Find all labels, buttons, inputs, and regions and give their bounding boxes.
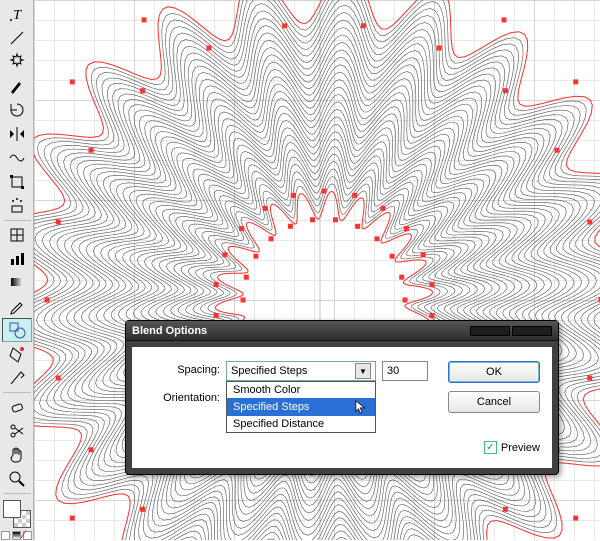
preview-checkbox[interactable]: ✓	[484, 441, 497, 454]
cancel-button[interactable]: Cancel	[448, 391, 540, 413]
blend-tool[interactable]	[2, 318, 32, 342]
orientation-label: Orientation:	[144, 389, 220, 404]
live-paint-tool[interactable]	[2, 342, 32, 366]
fill-swatch[interactable]	[3, 500, 21, 518]
svg-text:T: T	[13, 8, 22, 23]
brush-tool[interactable]	[2, 74, 32, 98]
spacing-option-smooth-color[interactable]: Smooth Color	[227, 382, 375, 398]
warp-tool[interactable]	[2, 146, 32, 170]
cursor-icon	[355, 400, 369, 414]
dropdown-arrow-icon[interactable]: ▼	[355, 363, 371, 379]
graph-tool[interactable]	[2, 247, 32, 271]
toolbar-divider	[3, 493, 31, 494]
dialog-minimize[interactable]	[470, 326, 510, 336]
ok-button[interactable]: OK	[448, 361, 540, 383]
slice-tool[interactable]	[2, 366, 32, 390]
gradient-tool[interactable]	[2, 270, 32, 294]
text-tool[interactable]: T	[2, 2, 32, 26]
symbol-sprayer-tool[interactable]	[2, 194, 32, 218]
eyedropper-tool[interactable]	[2, 294, 32, 318]
toolbar-divider	[3, 392, 31, 393]
toolbar-divider	[3, 220, 31, 221]
dialog-close[interactable]	[512, 326, 552, 336]
mesh-tool[interactable]	[2, 223, 32, 247]
zoom-tool[interactable]	[2, 467, 32, 491]
line-tool[interactable]	[2, 26, 32, 50]
dialog-titlebar[interactable]: Blend Options	[126, 321, 558, 341]
spacing-selected-value: Specified Steps	[231, 365, 307, 377]
spacing-value-input[interactable]: 30	[382, 361, 428, 381]
wand-tool[interactable]	[2, 50, 32, 74]
spacing-label: Spacing:	[144, 361, 220, 376]
hand-tool[interactable]	[2, 443, 32, 467]
reflect-tool[interactable]	[2, 122, 32, 146]
scissors-tool[interactable]	[2, 419, 32, 443]
rotate-tool[interactable]	[2, 98, 32, 122]
color-mode-indicators[interactable]: ⁄	[1, 531, 32, 540]
spacing-select[interactable]: Specified Steps ▼ Smooth Color Specified…	[226, 361, 376, 381]
spacing-option-specified-distance[interactable]: Specified Distance	[227, 416, 375, 432]
eraser-tool[interactable]	[2, 395, 32, 419]
spacing-option-specified-steps[interactable]: Specified Steps	[227, 398, 375, 416]
tools-panel: T ⁄	[0, 0, 34, 540]
dialog-body: Spacing: Specified Steps ▼ Smooth Color …	[132, 347, 552, 468]
color-swatch[interactable]	[3, 500, 31, 528]
blend-options-dialog: Blend Options Spacing: Specified Steps ▼…	[125, 320, 559, 475]
dialog-title: Blend Options	[132, 325, 470, 337]
spacing-dropdown: Smooth Color Specified Steps Specified D…	[226, 381, 376, 433]
preview-label: Preview	[501, 442, 540, 454]
free-transform-tool[interactable]	[2, 170, 32, 194]
